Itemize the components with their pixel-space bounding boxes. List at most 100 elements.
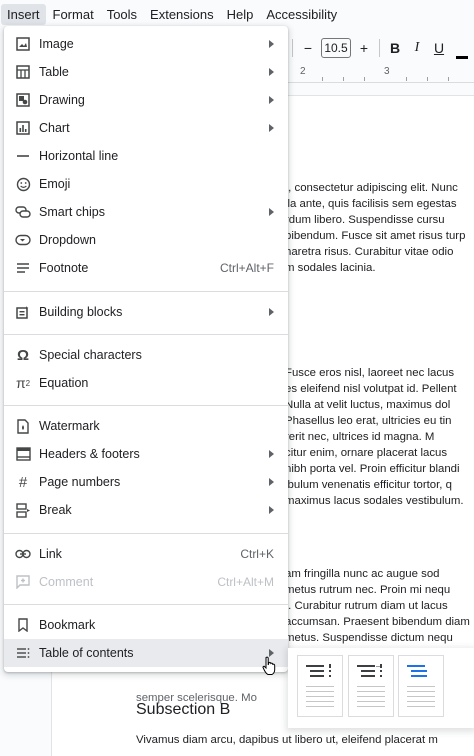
toc-icon	[14, 644, 32, 662]
link-icon	[14, 545, 32, 563]
menu-insert[interactable]: Insert	[1, 3, 46, 25]
menu-item-special-characters[interactable]: Ω Special characters	[4, 341, 288, 369]
toc-option-dotted[interactable]	[348, 655, 394, 717]
doc-line: am fringilla nunc ac augue sod	[285, 568, 440, 580]
menu-item-drawing[interactable]: Drawing	[4, 86, 288, 114]
horizontal-line-icon	[14, 147, 32, 165]
menu-item-equation[interactable]: π2 Equation	[4, 369, 288, 397]
bold-button[interactable]: B	[384, 40, 406, 56]
emoji-icon	[14, 175, 32, 193]
menu-item-break[interactable]: Break	[4, 496, 288, 524]
doc-line: lla ante, quis facilisis sem egestas	[285, 198, 457, 210]
menu-item-smart-chips[interactable]: Smart chips	[4, 198, 288, 226]
toolbar: − 10.5 + B I U	[288, 36, 474, 60]
menu-item-dropdown[interactable]: Dropdown	[4, 226, 288, 254]
doc-line: Nulla at velit luctus, maximus dol	[285, 399, 451, 411]
decrease-font-size-button[interactable]: −	[297, 40, 319, 56]
hand-cursor-icon	[262, 656, 276, 681]
ruler-mark-3: 3	[384, 66, 390, 77]
doc-line: maximus lacus sodales vestibulum.	[285, 495, 464, 507]
doc-line: bibendum. Fusce sit amet risus turp	[285, 230, 466, 242]
footnote-icon	[14, 259, 32, 277]
menu-item-table[interactable]: Table	[4, 58, 288, 86]
insert-menu: Image Table Drawing Chart Horizontal lin…	[4, 26, 288, 672]
hash-icon: #	[18, 473, 28, 491]
doc-line: haretra risus. Curabitur vitae odio	[285, 246, 454, 258]
menu-item-emoji[interactable]: Emoji	[4, 170, 288, 198]
doc-line: es eleifend nisl volutpat id. Pellent	[285, 383, 457, 395]
menu-item-image[interactable]: Image	[4, 30, 288, 58]
menu-item-footnote[interactable]: Footnote Ctrl+Alt+F	[4, 254, 288, 282]
menubar: Insert Format Tools Extensions Help Acce…	[0, 0, 474, 28]
menu-divider	[4, 291, 288, 292]
break-icon	[14, 501, 32, 519]
menu-item-headers-footers[interactable]: Headers & footers	[4, 440, 288, 468]
doc-line: rdum libero. Suspendisse cursu	[285, 214, 445, 226]
submenu-arrow-icon	[269, 308, 274, 316]
shortcut-comment: Ctrl+Alt+M	[217, 575, 274, 589]
headers-footers-icon	[14, 445, 32, 463]
building-blocks-icon	[14, 303, 32, 321]
comment-icon	[14, 573, 32, 591]
doc-line: citur enim, ornare placerat lacus	[285, 447, 448, 459]
menu-divider	[4, 533, 288, 534]
doc-line: t, consectetur adipiscing elit. Nunc	[285, 182, 458, 194]
doc-line: nibh porta vel. Proin efficitur blandi	[285, 463, 460, 475]
menu-item-table-of-contents[interactable]: Table of contents	[4, 639, 288, 667]
menu-item-comment: Comment Ctrl+Alt+M	[4, 568, 288, 596]
watermark-icon	[14, 417, 32, 435]
submenu-arrow-icon	[269, 450, 274, 458]
image-icon	[14, 35, 32, 53]
bookmark-icon	[14, 616, 32, 634]
subsection-heading: Subsection B	[136, 701, 231, 718]
submenu-arrow-icon	[269, 96, 274, 104]
menu-item-bookmark[interactable]: Bookmark	[4, 611, 288, 639]
menu-item-chart[interactable]: Chart	[4, 114, 288, 142]
doc-line: m sodales lacinia.	[285, 262, 376, 274]
shortcut-link: Ctrl+K	[240, 547, 274, 561]
submenu-arrow-icon	[269, 40, 274, 48]
doc-line: t. Curabitur rutrum diam ut lacus	[285, 600, 448, 612]
doc-line: metus. Suspendisse dictum nequ	[285, 632, 453, 644]
doc-line: ibulum venenatis efficitur tortor, q	[285, 479, 452, 491]
menu-accessibility[interactable]: Accessibility	[260, 4, 343, 25]
menu-tools[interactable]: Tools	[101, 4, 143, 25]
menu-extensions[interactable]: Extensions	[144, 4, 220, 25]
doc-line: accumsan. Praesent bibendum diam	[285, 616, 470, 628]
menu-format[interactable]: Format	[47, 4, 100, 25]
menu-item-watermark[interactable]: Watermark	[4, 412, 288, 440]
toc-option-blue-links[interactable]	[398, 655, 444, 717]
ruler-mark-2: 2	[300, 66, 306, 77]
doc-line: metus rutrum nec. Proin mi nequ	[285, 584, 451, 596]
submenu-arrow-icon	[269, 124, 274, 132]
menu-item-building-blocks[interactable]: Building blocks	[4, 298, 288, 326]
toc-option-plain-text[interactable]	[297, 655, 343, 717]
pi-icon: π2	[15, 375, 31, 391]
menu-divider	[4, 405, 288, 406]
table-icon	[14, 63, 32, 81]
doc-line: Vivamus diam arcu, dapibus ut libero ut,…	[136, 734, 438, 746]
menu-item-link[interactable]: Link Ctrl+K	[4, 540, 288, 568]
menu-item-page-numbers[interactable]: # Page numbers	[4, 468, 288, 496]
menu-item-horizontal-line[interactable]: Horizontal line	[4, 142, 288, 170]
toolbar-separator	[292, 39, 293, 57]
submenu-arrow-icon	[269, 506, 274, 514]
chart-icon	[14, 119, 32, 137]
smart-chips-icon	[14, 203, 32, 221]
underline-button[interactable]: U	[428, 40, 450, 56]
dropdown-icon	[14, 231, 32, 249]
ruler[interactable]: 2 3	[288, 66, 474, 83]
menu-divider	[4, 334, 288, 335]
italic-button[interactable]: I	[406, 40, 428, 56]
increase-font-size-button[interactable]: +	[353, 40, 375, 56]
shortcut-footnote: Ctrl+Alt+F	[219, 261, 274, 275]
font-size-input[interactable]: 10.5	[321, 38, 351, 58]
doc-line: rerit nec, ultrices id magna. M	[285, 431, 435, 443]
submenu-arrow-icon	[269, 208, 274, 216]
submenu-arrow-icon	[269, 68, 274, 76]
submenu-arrow-icon	[269, 478, 274, 486]
toc-submenu	[288, 648, 474, 728]
menu-help[interactable]: Help	[221, 4, 260, 25]
menu-divider	[4, 604, 288, 605]
toolbar-separator	[379, 39, 380, 57]
